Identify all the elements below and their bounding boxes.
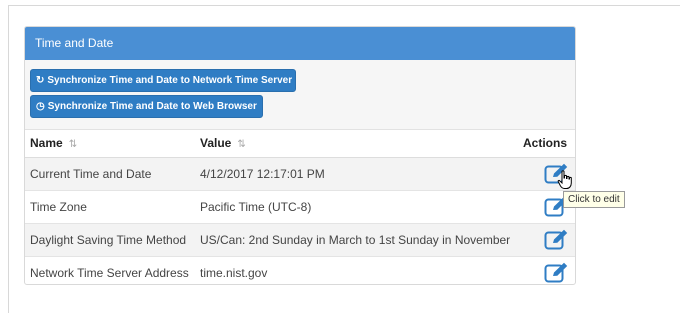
column-name-label: Name (30, 136, 63, 150)
row-value: US/Can: 2nd Sunday in March to 1st Sunda… (200, 233, 511, 247)
row-name: Network Time Server Address (30, 266, 189, 280)
edit-icon[interactable] (544, 262, 570, 284)
time-date-panel: Time and Date ↻ Synchronize Time and Date… (24, 26, 576, 285)
row-name: Current Time and Date (30, 167, 152, 181)
hand-cursor-icon (557, 170, 573, 193)
window-border-left (8, 5, 9, 313)
column-header-value[interactable]: Value ⇅ (200, 130, 246, 158)
sort-icon: ⇅ (68, 139, 78, 150)
edit-tooltip: Click to edit (563, 191, 625, 208)
table-row: Time Zone Pacific Time (UTC-8) (25, 191, 575, 224)
table-row: Current Time and Date 4/12/2017 12:17:01… (25, 158, 575, 191)
column-value-label: Value (200, 136, 232, 150)
sort-icon: ⇅ (237, 139, 246, 150)
edit-icon[interactable] (544, 229, 570, 251)
row-name: Daylight Saving Time Method (30, 233, 187, 247)
sync-browser-button[interactable]: ◷ Synchronize Time and Date to Web Browse… (30, 95, 263, 118)
clock-icon: ◷ (36, 101, 45, 112)
column-header-actions: Actions (522, 136, 567, 150)
sync-browser-label: Synchronize Time and Date to Web Browser (47, 101, 257, 112)
row-value: Pacific Time (UTC-8) (200, 200, 312, 214)
sync-network-button[interactable]: ↻ Synchronize Time and Date to Network Ti… (30, 69, 296, 92)
panel-title: Time and Date (25, 27, 575, 60)
table-header: Name ⇅ Value ⇅ Actions (25, 130, 575, 158)
table-row: Network Time Server Address time.nist.go… (25, 257, 575, 284)
row-value: time.nist.gov (200, 266, 268, 280)
table-row: Daylight Saving Time Method US/Can: 2nd … (25, 224, 575, 257)
sync-network-label: Synchronize Time and Date to Network Tim… (47, 75, 293, 86)
window-border-top (8, 5, 680, 6)
row-value: 4/12/2017 12:17:01 PM (200, 167, 325, 181)
column-header-name[interactable]: Name ⇅ (30, 130, 77, 158)
sync-button-group: ↻ Synchronize Time and Date to Network Ti… (25, 60, 575, 130)
row-name: Time Zone (30, 200, 87, 214)
sync-icon: ↻ (36, 75, 45, 86)
